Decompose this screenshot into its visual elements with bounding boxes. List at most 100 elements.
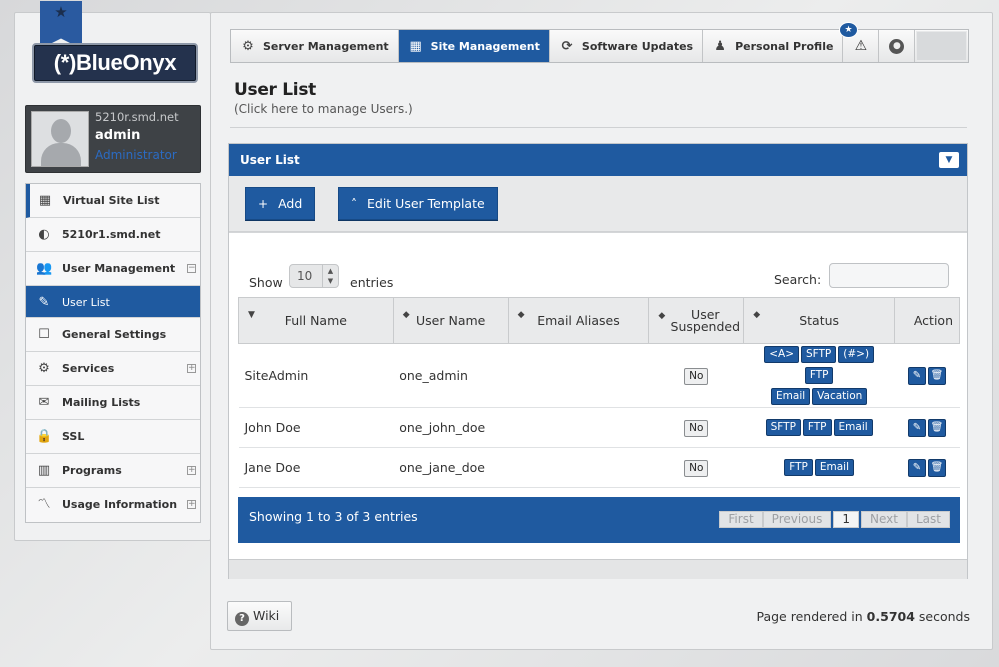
pencil-icon: ✎: [38, 295, 50, 310]
render-prefix: Page rendered in: [756, 609, 863, 624]
sidebar-item-label: Services: [62, 362, 115, 375]
page-title: User List: [234, 80, 316, 100]
search-label: Search:: [774, 272, 822, 287]
entries-label: entries: [350, 275, 394, 290]
status-badge: FTP: [804, 367, 834, 384]
search-input[interactable]: [829, 263, 949, 288]
table-footer: Showing 1 to 3 of 3 entries First Previo…: [238, 497, 960, 543]
table-row: Jane Doe one_jane_doe No FTP Email ✎ 🗑: [238, 447, 960, 488]
column-header-status[interactable]: ◆ Status: [743, 297, 896, 344]
expand-icon[interactable]: +: [187, 364, 196, 373]
sidebar-item-mailing-lists[interactable]: ✉ Mailing Lists: [26, 386, 200, 420]
chevron-down-icon[interactable]: ▼: [939, 152, 959, 168]
column-label: Status: [799, 313, 840, 328]
sort-icon: ◆: [753, 310, 761, 320]
pager-previous[interactable]: Previous: [762, 511, 832, 528]
tab-label: Software Updates: [581, 39, 694, 53]
cell-email-aliases: [508, 407, 649, 448]
sort-icon: ◆: [402, 310, 410, 320]
sidebar-item-user-list[interactable]: ✎ User List: [26, 286, 200, 318]
sidebar-item-general-settings[interactable]: ☐ General Settings: [26, 318, 200, 352]
status-badge: SFTP: [765, 419, 801, 436]
add-user-button[interactable]: + Add: [245, 187, 316, 220]
column-header-action: Action: [894, 297, 960, 344]
brand-logo[interactable]: (*)BlueOnyx: [32, 43, 198, 83]
sidebar-item-label: User List: [62, 296, 110, 309]
panel-footer: [229, 559, 967, 579]
sidebar-item-label: SSL: [62, 430, 85, 443]
sidebar-item-programs[interactable]: ▥ Programs +: [26, 454, 200, 488]
stepper-icon: ▲ ▼: [322, 265, 338, 287]
trash-icon[interactable]: 🗑: [928, 459, 946, 477]
sidebar-item-site[interactable]: ◐ 5210r1.smd.net: [26, 218, 200, 252]
tab-personal-profile[interactable]: ♟ Personal Profile: [703, 30, 844, 62]
cell-full-name: SiteAdmin: [238, 343, 394, 408]
user-role-link[interactable]: Administrator: [95, 148, 177, 162]
entries-select[interactable]: 10 ▲ ▼: [289, 264, 339, 288]
expand-icon[interactable]: +: [187, 500, 196, 509]
cell-status: SFTP FTP Email: [743, 407, 895, 448]
edit-user-template-button[interactable]: ˄ Edit User Template: [338, 187, 498, 220]
grid-icon: ▦: [409, 38, 422, 54]
avatar: [31, 111, 89, 167]
wiki-button[interactable]: ? Wiki: [227, 601, 292, 631]
site-list-icon: ▦: [38, 193, 52, 208]
chevron-up-icon: ˄: [351, 197, 357, 211]
expand-icon[interactable]: +: [187, 466, 196, 475]
logout-button[interactable]: ●: [879, 30, 916, 62]
user-card: 5210r.smd.net admin Administrator: [25, 105, 201, 173]
edit-pencil-icon[interactable]: ✎: [908, 419, 926, 437]
render-suffix: seconds: [918, 609, 970, 624]
pager-next[interactable]: Next: [861, 511, 907, 528]
suspended-badge: No: [684, 419, 709, 437]
pager-last[interactable]: Last: [907, 511, 950, 528]
cell-status: <A> SFTP (#>)FTP Email Vacation: [743, 343, 895, 408]
main-content: ⚙ Server Management ▦ Site Management ⟳ …: [210, 12, 993, 650]
suspended-badge: No: [684, 367, 709, 385]
page-subtitle-link[interactable]: (Click here to manage Users.): [234, 102, 413, 116]
status-badge: Email: [833, 419, 873, 436]
sidebar-nav: ▦ Virtual Site List ◐ 5210r1.smd.net 👥 U…: [25, 183, 201, 523]
sidebar-item-ssl[interactable]: 🔒 SSL: [26, 420, 200, 454]
status-badge: <A>: [764, 346, 799, 363]
collapse-icon[interactable]: −: [187, 264, 196, 273]
sidebar-item-label: General Settings: [62, 328, 167, 341]
tab-site-management[interactable]: ▦ Site Management: [398, 30, 550, 62]
topbar-spacer: [916, 31, 967, 61]
sidebar-item-user-management[interactable]: 👥 User Management −: [26, 252, 200, 286]
users-icon: 👥: [36, 261, 53, 276]
gear-icon: ⚙: [242, 38, 254, 54]
column-header-email-aliases[interactable]: ◆ Email Aliases: [507, 297, 650, 344]
trash-icon[interactable]: 🗑: [928, 367, 946, 385]
pagination: First Previous 1 Next Last: [719, 511, 950, 528]
cell-email-aliases: [508, 447, 649, 488]
trash-icon[interactable]: 🗑: [928, 419, 946, 437]
sidebar-item-services[interactable]: ⚙ Services +: [26, 352, 200, 386]
sidebar-item-label: Mailing Lists: [62, 396, 141, 409]
sidebar-item-usage-information[interactable]: 〽 Usage Information +: [26, 488, 200, 522]
panel-title: User List: [240, 153, 300, 167]
user-name: admin: [95, 128, 141, 143]
pager-first[interactable]: First: [719, 511, 763, 528]
refresh-icon: ⟳: [561, 38, 573, 54]
edit-pencil-icon[interactable]: ✎: [908, 459, 926, 477]
sidebar-item-virtual-site-list[interactable]: ▦ Virtual Site List: [26, 184, 200, 218]
sidebar-item-label: Programs: [62, 464, 122, 477]
notification-badge[interactable]: ★: [839, 22, 858, 38]
tab-software-updates[interactable]: ⟳ Software Updates: [550, 30, 704, 62]
cell-status: FTP Email: [743, 447, 895, 488]
column-label: Action: [913, 313, 953, 328]
sidebar-item-label: User Management: [62, 262, 176, 275]
tab-server-management[interactable]: ⚙ Server Management: [231, 30, 399, 62]
column-header-user-suspended[interactable]: ◆ User Suspended: [648, 297, 745, 344]
table-row: John Doe one_john_doe No SFTP FTP Email ✎ 🗑: [238, 407, 960, 448]
table-info: Showing 1 to 3 of 3 entries: [249, 509, 418, 524]
cell-full-name: John Doe: [238, 407, 394, 448]
sidebar-item-label: 5210r1.smd.net: [62, 228, 161, 241]
column-header-user-name[interactable]: ◆ User Name: [392, 297, 509, 344]
cell-suspended: No: [648, 407, 744, 448]
gear-icon: ⚙: [38, 361, 50, 376]
pager-current[interactable]: 1: [833, 511, 860, 528]
column-header-full-name[interactable]: ▼ Full Name: [238, 297, 394, 344]
edit-pencil-icon[interactable]: ✎: [908, 367, 926, 385]
